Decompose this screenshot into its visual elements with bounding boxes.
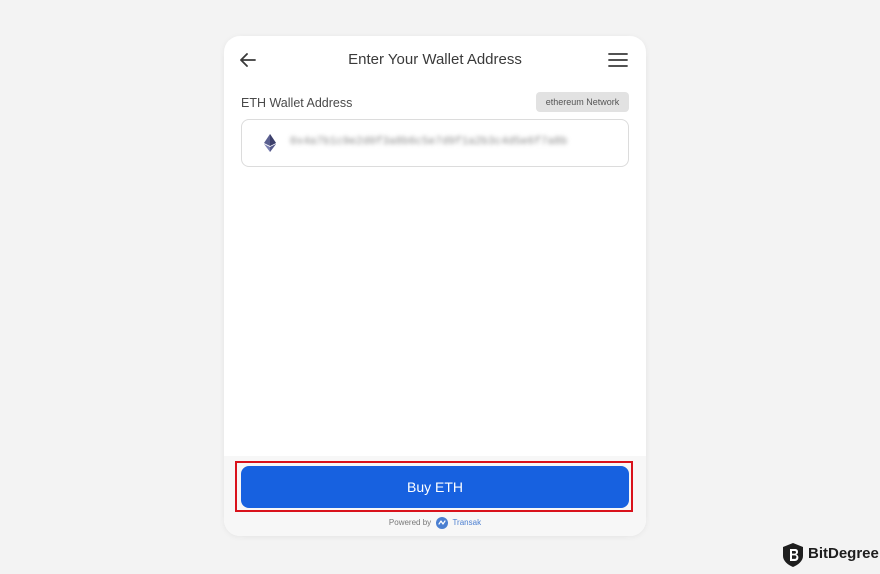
- ethereum-icon: [264, 134, 276, 152]
- network-badge: ethereum Network: [536, 92, 629, 112]
- transak-logo-icon: [436, 517, 449, 529]
- transak-name: Transak: [452, 518, 482, 528]
- wallet-address-field[interactable]: [241, 119, 629, 167]
- page-title: Enter Your Wallet Address: [348, 51, 522, 68]
- widget-card: Enter Your Wallet Address ETH Wallet Add…: [224, 36, 646, 536]
- bitdegree-name: BitDegree: [808, 545, 879, 562]
- bitdegree-shield-icon: [782, 542, 804, 568]
- wallet-address-input[interactable]: [290, 133, 608, 151]
- powered-by-text: Powered by: [388, 518, 432, 528]
- bitdegree-watermark: BitDegree: [782, 542, 879, 568]
- hamburger-menu-icon[interactable]: [608, 51, 628, 69]
- highlight-annotation: [235, 461, 633, 512]
- header: Enter Your Wallet Address: [224, 36, 646, 86]
- powered-by: Powered by Transak: [224, 517, 646, 529]
- wallet-address-label: ETH Wallet Address: [241, 96, 353, 110]
